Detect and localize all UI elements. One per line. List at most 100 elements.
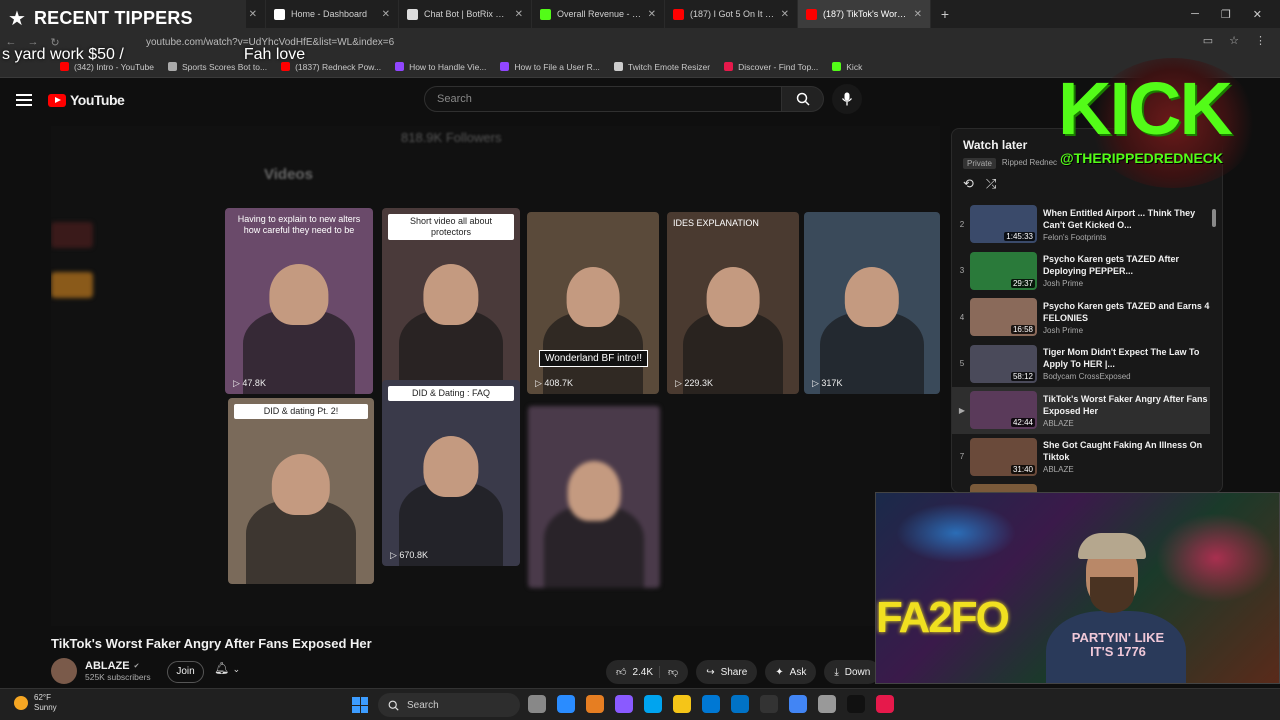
playlist-item[interactable]: 3 29:37 Psycho Karen gets TAZED After De… (952, 248, 1210, 295)
like-button[interactable]: 👍︎ 2.4K 👎︎ (606, 660, 689, 684)
share-button[interactable]: ↪ Share (696, 660, 758, 684)
taskbar-app-icon[interactable] (789, 695, 807, 713)
download-button[interactable]: ⤓ Down (824, 660, 881, 684)
tab-favicon-icon (806, 8, 817, 20)
windows-start-icon[interactable] (352, 697, 368, 713)
bookmark-star-icon[interactable]: ☆ (1229, 34, 1239, 47)
bookmark-item[interactable]: Discover - Find Top... (724, 62, 818, 72)
video-actions: 👍︎ 2.4K 👎︎ ↪ Share ✦ Ask ⤓ Down (606, 660, 881, 684)
taskbar-app-icon[interactable] (818, 695, 836, 713)
tab-close-icon[interactable]: ✕ (914, 9, 922, 20)
tab-close-icon[interactable]: ✕ (781, 9, 789, 20)
bookmark-item[interactable]: How to File a User R... (500, 62, 600, 72)
browser-tab[interactable]: (187) I Got 5 On It - Yo... ✕ (665, 0, 798, 28)
search-bar: Search (424, 86, 824, 112)
playlist-index: 2 (959, 219, 965, 229)
channel-name[interactable]: ABLAZE (85, 660, 130, 672)
join-button[interactable]: Join (167, 661, 204, 683)
hamburger-menu-icon[interactable] (16, 94, 32, 106)
taskbar-app-icon[interactable] (847, 695, 865, 713)
tab-favicon-icon (540, 8, 551, 20)
notification-bell-button[interactable]: 🔔︎ ⌄ (214, 661, 240, 675)
streamer: PARTYIN' LIKE IT'S 1776 (1046, 533, 1186, 683)
bell-icon: 🔔︎ (214, 661, 230, 675)
tab-close-icon[interactable]: ✕ (249, 9, 257, 20)
taskbar-app-icon[interactable] (615, 695, 633, 713)
ask-button[interactable]: ✦ Ask (765, 660, 817, 684)
bookmark-item[interactable]: Twitch Emote Resizer (613, 61, 711, 72)
tab-favicon-icon (673, 8, 684, 20)
browser-tab[interactable]: Home - Dashboard ✕ (266, 0, 399, 28)
neon-sign: FA2FO (876, 593, 1010, 642)
sun-icon (14, 695, 28, 710)
playlist-thumbnail: 31:40 (970, 437, 1037, 476)
taskbar-app-icon[interactable] (760, 695, 778, 713)
tab-close-icon[interactable]: ✕ (515, 9, 523, 20)
taskbar-app-icon[interactable] (557, 695, 575, 713)
shuffle-icon[interactable]: ⤮ (986, 176, 996, 192)
playlist-item[interactable]: 2 1:45:33 When Entitled Airport ... Thin… (952, 201, 1210, 248)
video-player[interactable]: 818.9K Followers Videos Having to explai… (51, 126, 940, 626)
thumbnail-badge: Wonderland BF intro!! (539, 350, 649, 367)
weather-widget[interactable]: 62°F Sunny (14, 693, 57, 712)
youtube-logo[interactable]: YouTube (48, 92, 125, 108)
youtube-logo-text: YouTube (70, 92, 125, 108)
bookmark-item[interactable]: Kick (832, 62, 862, 72)
search-button[interactable] (782, 86, 824, 112)
playlist-item[interactable]: 4 16:58 Psycho Karen gets TAZED and Earn… (952, 294, 1210, 341)
video-duration: 1:45:33 (1004, 232, 1035, 242)
taskbar-app-icon[interactable] (673, 695, 691, 713)
playlist-item-title: When Entitled Airport ... Think They Can… (1043, 207, 1196, 230)
blurred-tab-1 (51, 222, 93, 248)
thumbnail-caption: Having to explain to new alters how care… (237, 214, 361, 235)
playlist-thumbnail: 16:58 (970, 298, 1037, 337)
tiktok-video-thumbnail: DID & Dating : FAQ ▷ 670.8K (382, 380, 520, 566)
bookmark-label: Twitch Emote Resizer (627, 61, 711, 72)
taskbar-app-icon[interactable] (644, 695, 662, 713)
browser-tab[interactable]: Overall Revenue - Kick... ✕ (532, 0, 665, 28)
bookmark-label: How to File a User R... (514, 61, 600, 72)
playlist-item-channel: Josh Prime (1043, 325, 1084, 335)
playlist-meta: Private Ripped Rednec (963, 158, 1057, 169)
star-icon: ★ (8, 7, 26, 30)
cast-icon[interactable]: ▭ (1203, 34, 1213, 47)
verified-check-icon: ✔ (133, 663, 140, 670)
shirt-text: PARTYIN' LIKE IT'S 1776 (1071, 630, 1165, 659)
playlist-item[interactable]: 5 58:12 Tiger Mom Didn't Expect The Law … (952, 341, 1210, 388)
taskbar-search[interactable]: Search (378, 693, 520, 717)
search-input[interactable]: Search (424, 86, 782, 112)
thumbs-down-icon[interactable]: 👎︎ (659, 666, 678, 678)
tab-label: Home - Dashboard (291, 9, 368, 19)
channel-avatar[interactable] (51, 658, 77, 684)
bookmark-item[interactable]: How to Handle Vie... (395, 62, 486, 72)
loop-icon[interactable]: ⟲ (963, 176, 974, 192)
taskbar-app-icon[interactable] (528, 695, 546, 713)
recent-tippers-overlay: ★ RECENT TIPPERS (0, 0, 246, 36)
tab-close-icon[interactable]: ✕ (648, 9, 656, 20)
browser-tab[interactable]: Chat Bot | BotRix — Cl... ✕ (399, 0, 532, 28)
view-count-value: 408.7K (544, 378, 573, 388)
close-icon[interactable]: ✕ (1253, 8, 1262, 21)
taskbar-app-icon[interactable] (702, 695, 720, 713)
share-icon: ↪ (706, 666, 715, 678)
tab-close-icon[interactable]: ✕ (382, 9, 390, 20)
video-duration: 16:58 (1010, 325, 1035, 335)
browser-tab[interactable]: (187) TikTok's Worst... ✕ (798, 0, 931, 28)
sparkle-icon: ✦ (775, 666, 784, 678)
taskbar-app-icon[interactable] (876, 695, 894, 713)
voice-search-button[interactable] (832, 84, 862, 114)
playlist-item[interactable]: 7 31:40 She Got Caught Faking An Illness… (952, 434, 1210, 481)
playlist-scrollbar[interactable] (1212, 209, 1216, 227)
tiktok-video-thumbnail: Short video all about protectors (382, 208, 520, 394)
menu-dots-icon[interactable]: ⋮ (1255, 34, 1266, 47)
taskbar-app-icon[interactable] (731, 695, 749, 713)
new-tab-button[interactable]: + (931, 6, 959, 22)
minimize-icon[interactable]: ─ (1191, 8, 1199, 20)
view-count-value: 47.8K (242, 378, 266, 388)
bookmark-favicon-icon (500, 62, 510, 71)
playlist-item[interactable]: ▶ 42:44 TikTok's Worst Faker Angry After… (952, 387, 1210, 434)
maximize-icon[interactable]: ❐ (1221, 8, 1231, 21)
taskbar-app-icon[interactable] (586, 695, 604, 713)
playlist-owner[interactable]: Ripped Rednec (1002, 158, 1057, 169)
tab-label: Chat Bot | BotRix — Cl... (424, 9, 509, 19)
